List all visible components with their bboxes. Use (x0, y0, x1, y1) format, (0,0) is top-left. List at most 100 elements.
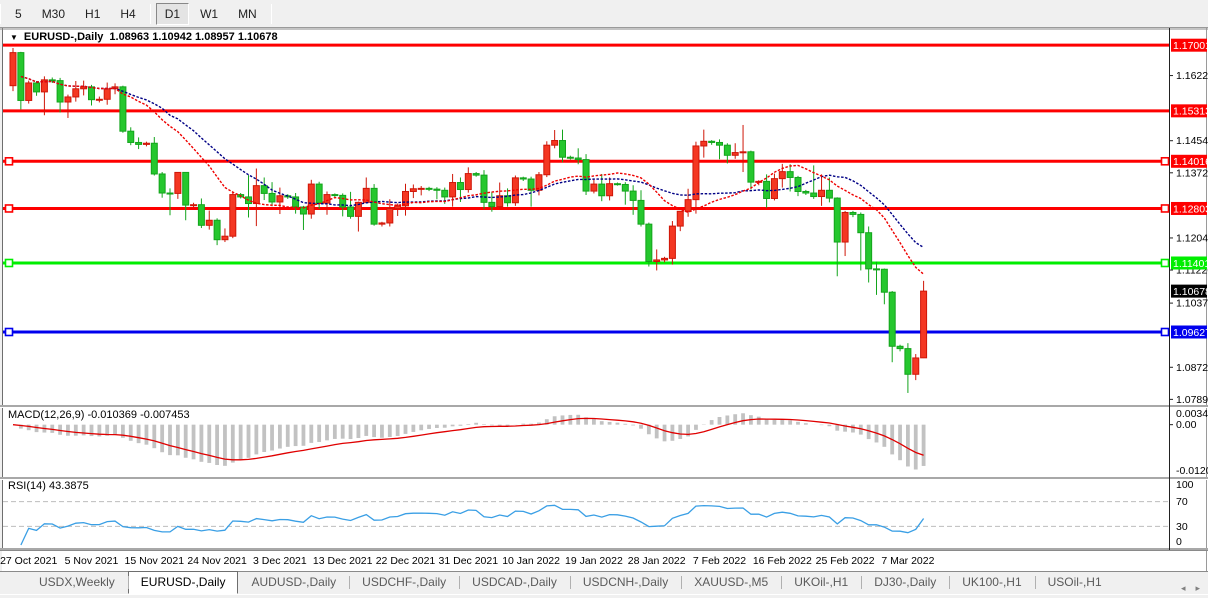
line-handle-left-1.11401[interactable] (6, 260, 13, 267)
candle-body (552, 141, 558, 146)
time-label: 3 Dec 2021 (253, 555, 307, 567)
candle-body (567, 157, 573, 158)
candle-body (379, 223, 385, 224)
candle-body (426, 188, 432, 189)
timeframe-button-h4[interactable]: H4 (111, 3, 144, 25)
tab-scroll-left-icon[interactable]: ◂ (1181, 583, 1186, 594)
candle-body (418, 188, 424, 189)
tab-uk100-h1[interactable]: UK100-,H1 (949, 571, 1034, 594)
rsi-tick-label-30: 30 (1176, 521, 1188, 533)
price-tick-label: 1.13720 (1176, 167, 1208, 179)
candle-body (324, 195, 330, 204)
price-tick-label: 1.14545 (1176, 135, 1208, 147)
candle-body (889, 292, 895, 346)
time-label: 5 Nov 2021 (65, 555, 119, 567)
time-label: 16 Feb 2022 (753, 555, 812, 567)
candle-body (685, 200, 691, 212)
candle-body (881, 269, 887, 292)
candle-body (143, 143, 149, 144)
tab-eurusd-daily[interactable]: EURUSD-,Daily (128, 571, 239, 594)
candle-body (669, 226, 675, 258)
toolbar-separator (150, 4, 151, 24)
chevron-down-icon[interactable]: ▼ (10, 33, 18, 42)
time-label: 25 Feb 2022 (816, 555, 875, 567)
line-handle-left-1.12803[interactable] (6, 205, 13, 212)
candle-body (65, 97, 71, 102)
tab-usdcad-daily[interactable]: USDCAD-,Daily (459, 571, 570, 594)
rsi-indicator-label: RSI(14) 43.3875 (8, 480, 89, 492)
candle-body (136, 142, 142, 144)
chart-tabs: USDX,WeeklyEURUSD-,DailyAUDUSD-,DailyUSD… (26, 571, 1115, 594)
candle-body (913, 358, 919, 374)
main-macd-divider (0, 405, 1208, 407)
candle-body (206, 220, 212, 225)
timeframe-button-mn[interactable]: MN (229, 3, 266, 25)
candle-body (732, 153, 738, 156)
candle-body (261, 186, 267, 194)
tab-usdchf-daily[interactable]: USDCHF-,Daily (349, 571, 459, 594)
rsi-tick-label-70: 70 (1176, 496, 1188, 508)
chart-canvas[interactable]: 1.162201.145451.137201.120451.112201.103… (0, 28, 1208, 571)
line-handle-right-1.09627[interactable] (1162, 329, 1169, 336)
candle-body (450, 183, 456, 197)
tab-scroll-right-icon[interactable]: ▸ (1195, 583, 1200, 594)
candle-body (159, 174, 165, 193)
price-badge-1.11401: 1.11401 (1173, 258, 1208, 270)
time-label: 27 Oct 2021 (0, 555, 57, 567)
timeframe-button-d1[interactable]: D1 (156, 3, 189, 25)
line-handle-right-1.14016[interactable] (1162, 158, 1169, 165)
candle-body (395, 206, 401, 209)
price-tick-label: 1.12045 (1176, 232, 1208, 244)
chart-area: 1.162201.145451.137201.120451.112201.103… (0, 28, 1208, 571)
price-badge-1.14016: 1.14016 (1173, 156, 1208, 168)
line-handle-left-1.14016[interactable] (6, 158, 13, 165)
time-label: 7 Feb 2022 (693, 555, 746, 567)
rsi-tick-label-0: 0 (1176, 536, 1182, 548)
timeframe-button-w1[interactable]: W1 (191, 3, 227, 25)
candle-body (575, 158, 581, 160)
price-badge-1.15313: 1.15313 (1173, 106, 1208, 118)
candle-body (826, 190, 832, 198)
candle-body (850, 212, 856, 214)
tab-usoil-h1[interactable]: USOil-,H1 (1035, 571, 1115, 594)
tab-usdcnh-daily[interactable]: USDCNH-,Daily (570, 571, 681, 594)
bid-price-badge: 1.10678 (1173, 286, 1208, 298)
candle-body (764, 181, 770, 198)
macd-zero-label: 0.00 (1176, 419, 1197, 431)
candle-body (473, 174, 479, 176)
candle-body (442, 190, 448, 197)
candle-body (214, 220, 220, 239)
candle-body (104, 89, 110, 100)
line-handle-left-1.09627[interactable] (6, 329, 13, 336)
line-handle-right-1.12803[interactable] (1162, 205, 1169, 212)
timeframe-button-h1[interactable]: H1 (76, 3, 109, 25)
tab-ukoil-h1[interactable]: UKOil-,H1 (781, 571, 861, 594)
candle-body (921, 291, 927, 358)
candle-body (120, 87, 126, 131)
candle-body (834, 198, 840, 242)
tab-xauusd-m5[interactable]: XAUUSD-,M5 (681, 571, 781, 594)
status-strip (0, 594, 1208, 598)
time-label: 15 Nov 2021 (125, 555, 185, 567)
tab-audusd-daily[interactable]: AUDUSD-,Daily (238, 571, 349, 594)
candle-body (128, 131, 134, 142)
tab-dj30-daily[interactable]: DJ30-,Daily (861, 571, 949, 594)
candle-body (371, 188, 377, 224)
candle-body (599, 184, 605, 196)
candle-body (842, 212, 848, 242)
candle-body (191, 205, 197, 206)
candle-body (481, 175, 487, 202)
timeframe-toolbar: 5M30H1H4 D1W1MN (0, 0, 1208, 28)
price-badge-1.12803: 1.12803 (1173, 203, 1208, 215)
price-badge-1.17001: 1.17001 (1173, 40, 1208, 52)
tab-usdx-weekly[interactable]: USDX,Weekly (26, 571, 128, 594)
timeframe-button-5[interactable]: 5 (6, 3, 31, 25)
candle-body (795, 177, 801, 191)
left-margin (0, 28, 2, 571)
candle-body (654, 260, 660, 262)
line-handle-right-1.11401[interactable] (1162, 260, 1169, 267)
chart-title-bar: ▼ EURUSD-,Daily 1.08963 1.10942 1.08957 … (10, 31, 278, 43)
rsi-tick-label-100: 100 (1176, 479, 1194, 491)
candle-body (622, 184, 628, 191)
timeframe-button-m30[interactable]: M30 (33, 3, 74, 25)
